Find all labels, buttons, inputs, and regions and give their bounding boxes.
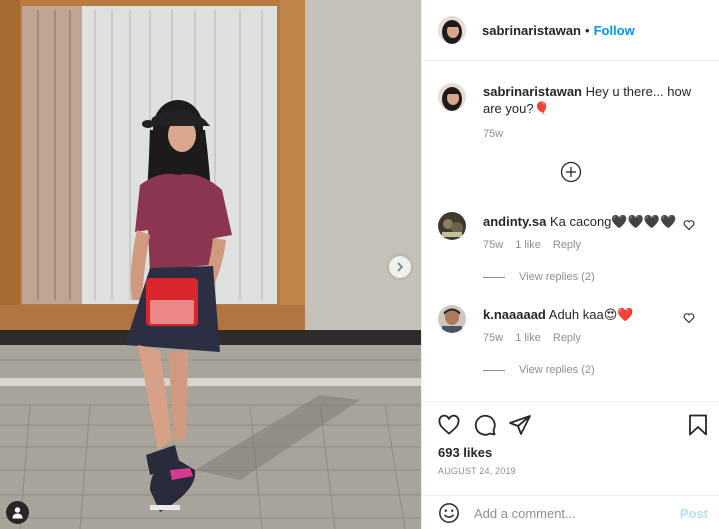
comment-time: 75w (483, 239, 504, 251)
next-photo-button[interactable] (389, 256, 411, 278)
avatar-image (438, 83, 466, 111)
comment-like-heart-icon[interactable] (683, 312, 695, 324)
caption-text-block: sabrinaristawan Hey u there... how are y… (483, 83, 713, 117)
avatar-image (438, 16, 466, 44)
reply-button[interactable]: Reply (553, 239, 581, 251)
comments-list[interactable]: sabrinaristawan Hey u there... how are y… (422, 61, 719, 401)
post-sidebar: sabrinaristawan • Follow sabrinaristawan… (421, 0, 719, 529)
post-date: AUGUST 24, 2019 (438, 466, 516, 476)
commenter-avatar[interactable] (438, 212, 466, 240)
caption-avatar[interactable] (438, 83, 466, 111)
likes-count[interactable]: 693 likes (438, 445, 492, 460)
share-icon[interactable] (508, 413, 532, 437)
caption-username[interactable]: sabrinaristawan (483, 84, 582, 99)
comment-likes[interactable]: 1 like (515, 332, 541, 344)
caption-time: 75w (483, 128, 504, 140)
post-comment-button[interactable]: Post (680, 506, 708, 521)
like-heart-icon[interactable] (437, 413, 461, 437)
comment-username[interactable]: k.naaaaad (483, 307, 546, 322)
post-actions: 693 likes AUGUST 24, 2019 (422, 401, 719, 495)
replies-divider-line (483, 369, 505, 371)
user-tag-button[interactable] (6, 501, 29, 524)
view-replies-label: View replies (2) (519, 271, 595, 283)
user-tag-icon (12, 507, 23, 519)
view-replies-label: View replies (2) (519, 364, 595, 376)
comment-meta: 75w 1 like Reply (483, 239, 581, 251)
comment-time: 75w (483, 332, 504, 344)
comment-text: Aduh kaa😍❤️ (548, 307, 634, 322)
view-replies-button[interactable]: View replies (2) (483, 271, 595, 283)
comment-like-heart-icon[interactable] (683, 219, 695, 231)
emoji-icon[interactable] (438, 502, 460, 524)
chevron-right-icon (397, 262, 404, 272)
bookmark-icon[interactable] (686, 413, 710, 437)
comment-meta: 75w 1 like Reply (483, 332, 581, 344)
comment-text-block: andinty.sa Ka cacong🖤🖤🖤🖤 (483, 213, 676, 230)
comment-text: Ka cacong🖤🖤🖤🖤 (549, 214, 677, 229)
photo-scene (0, 0, 421, 529)
post-header: sabrinaristawan • Follow (422, 0, 719, 61)
load-more-comments-button[interactable] (560, 161, 582, 183)
follow-button[interactable]: Follow (594, 23, 635, 38)
author-avatar[interactable] (438, 16, 466, 44)
avatar-image (438, 212, 466, 240)
author-username[interactable]: sabrinaristawan (482, 23, 581, 38)
commenter-avatar[interactable] (438, 305, 466, 333)
comment-input[interactable] (474, 503, 654, 523)
comment-likes[interactable]: 1 like (515, 239, 541, 251)
view-replies-button[interactable]: View replies (2) (483, 364, 595, 376)
reply-button[interactable]: Reply (553, 332, 581, 344)
post-photo[interactable] (0, 0, 421, 529)
add-comment-bar: Post (422, 495, 719, 529)
comment-icon[interactable] (473, 413, 497, 437)
replies-divider-line (483, 276, 505, 278)
avatar-image (438, 305, 466, 333)
comment-username[interactable]: andinty.sa (483, 214, 546, 229)
comment-text-block: k.naaaaad Aduh kaa😍❤️ (483, 306, 633, 323)
separator-dot: • (585, 22, 590, 38)
